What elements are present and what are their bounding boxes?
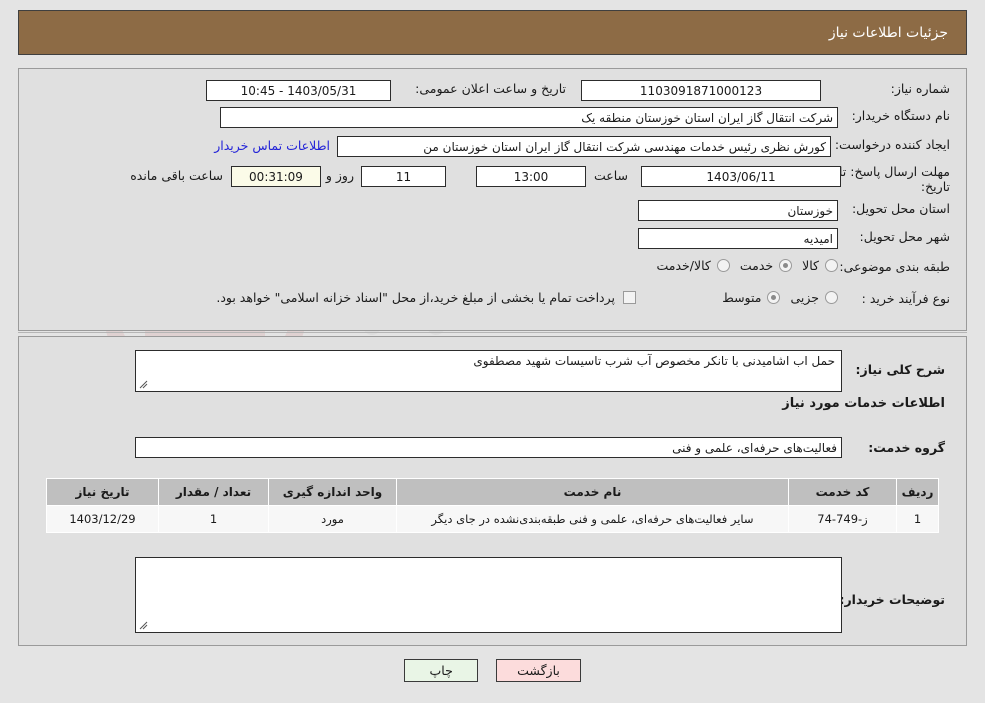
category-options: کالا خدمت کالا/خدمت xyxy=(646,258,838,273)
province-row: استان محل تحویل: xyxy=(852,201,950,216)
radio-category-1-label: خدمت xyxy=(739,258,774,273)
deadline-label-block: مهلت ارسال پاسخ: تا تاریخ: xyxy=(839,164,950,194)
col-quantity: تعداد / مقدار xyxy=(158,478,269,506)
radio-process-0-label: جزیی xyxy=(790,290,819,305)
cell-service-name: سایر فعالیت‌های حرفه‌ای، علمی و فنی طبقه… xyxy=(396,505,789,533)
announce-label: تاریخ و ساعت اعلان عمومی: xyxy=(415,81,566,96)
announce-row: تاریخ و ساعت اعلان عمومی: xyxy=(415,81,566,96)
col-need-date: تاریخ نیاز xyxy=(46,478,159,506)
days-label: روز و xyxy=(325,168,354,183)
deadline-date-field[interactable]: 1403/06/11 xyxy=(641,166,841,187)
radio-category-1[interactable] xyxy=(779,259,793,272)
description-textarea[interactable]: حمل اب اشامیدنی با تانکر مخصوص آب شرب تا… xyxy=(135,350,842,392)
need-number-label: شماره نیاز: xyxy=(890,81,950,96)
cell-service-code: ز-749-74 xyxy=(788,505,897,533)
page-title: جزئیات اطلاعات نیاز xyxy=(828,24,948,41)
radio-category-0[interactable] xyxy=(825,259,838,272)
category-row: طبقه بندی موضوعی: xyxy=(839,259,950,274)
process-label: نوع فرآیند خرید : xyxy=(861,291,950,306)
process-options: جزیی متوسط xyxy=(712,290,838,305)
radio-process-1[interactable] xyxy=(767,291,781,304)
col-service-name: نام خدمت xyxy=(396,478,789,506)
hour-field[interactable]: 13:00 xyxy=(476,166,586,187)
page-header: جزئیات اطلاعات نیاز xyxy=(18,10,967,55)
deadline-label-line1: مهلت ارسال پاسخ: تا xyxy=(839,164,950,179)
cell-unit: مورد xyxy=(268,505,397,533)
city-field[interactable]: امیدیه xyxy=(638,228,838,249)
cell-need-date: 1403/12/29 xyxy=(46,505,159,533)
need-number-field[interactable]: 1103091871000123 xyxy=(581,80,821,101)
col-row-no: ردیف xyxy=(896,478,939,506)
creator-field[interactable]: کورش نظری رئیس خدمات مهندسی شرکت انتقال … xyxy=(337,136,831,157)
print-button[interactable]: چاپ xyxy=(404,659,479,682)
city-row: شهر محل تحویل: xyxy=(860,229,950,244)
province-field[interactable]: خوزستان xyxy=(638,200,838,221)
countdown-label: ساعت باقی مانده xyxy=(130,168,223,183)
col-unit: واحد اندازه گیری xyxy=(268,478,397,506)
cell-quantity: 1 xyxy=(158,505,269,533)
service-group-label: گروه خدمت: xyxy=(868,440,945,455)
page-root: AriaTender.net جزئیات اطلاعات نیاز شماره… xyxy=(0,0,985,703)
province-label: استان محل تحویل: xyxy=(851,201,950,216)
creator-row: ایجاد کننده درخواست: xyxy=(835,137,950,152)
announce-date-field[interactable]: 1403/05/31 - 10:45 xyxy=(206,80,391,101)
creator-label: ایجاد کننده درخواست: xyxy=(834,137,950,152)
table-row: 1 ز-749-74 سایر فعالیت‌های حرفه‌ای، علمی… xyxy=(46,505,939,533)
radio-category-2[interactable] xyxy=(716,259,730,272)
resize-grip-icon-notes[interactable] xyxy=(139,621,148,630)
hour-label: ساعت xyxy=(593,168,628,183)
need-info-panel: شماره نیاز: 1103091871000123 تاریخ و ساع… xyxy=(18,68,967,331)
treasury-checkbox-label: پرداخت تمام یا بخشی از مبلغ خرید،از محل … xyxy=(216,290,615,305)
countdown-timer-field: 00:31:09 xyxy=(231,166,321,187)
radio-process-0[interactable] xyxy=(825,291,838,304)
services-heading: اطلاعات خدمات مورد نیاز xyxy=(782,396,945,411)
radio-process-1-label: متوسط xyxy=(722,290,762,305)
radio-category-0-label: کالا xyxy=(802,258,819,273)
need-number-row: شماره نیاز: xyxy=(891,81,950,96)
cell-row-no: 1 xyxy=(896,505,939,533)
treasury-checkbox[interactable] xyxy=(623,291,636,304)
deadline-label-line2: تاریخ: xyxy=(920,179,950,194)
days-remaining-field[interactable]: 11 xyxy=(361,166,446,187)
city-label: شهر محل تحویل: xyxy=(859,229,950,244)
description-value: حمل اب اشامیدنی با تانکر مخصوص آب شرب تا… xyxy=(473,354,835,368)
process-row: نوع فرآیند خرید : xyxy=(862,291,950,306)
buyer-org-row: نام دستگاه خریدار: xyxy=(852,108,950,123)
buyer-notes-label: توضیحات خریدار: xyxy=(839,592,945,607)
action-buttons: بازگشت چاپ xyxy=(0,659,985,682)
buyer-contact-link[interactable]: اطلاعات تماس خریدار xyxy=(214,138,330,153)
back-button[interactable]: بازگشت xyxy=(496,659,581,682)
buyer-notes-textarea[interactable] xyxy=(135,557,842,633)
table-header-row: ردیف کد خدمت نام خدمت واحد اندازه گیری ت… xyxy=(46,478,939,506)
radio-category-2-label: کالا/خدمت xyxy=(656,258,711,273)
treasury-option: پرداخت تمام یا بخشی از مبلغ خرید،از محل … xyxy=(206,290,636,305)
category-label: طبقه بندی موضوعی: xyxy=(839,259,950,274)
service-group-field[interactable]: فعالیت‌های حرفه‌ای، علمی و فنی xyxy=(135,437,842,458)
services-table: ردیف کد خدمت نام خدمت واحد اندازه گیری ت… xyxy=(46,478,939,533)
buyer-org-label: نام دستگاه خریدار: xyxy=(851,108,950,123)
section-divider xyxy=(18,332,967,333)
col-service-code: کد خدمت xyxy=(788,478,897,506)
resize-grip-icon[interactable] xyxy=(139,380,148,389)
description-label: شرح کلی نیاز: xyxy=(855,362,945,377)
buyer-org-field[interactable]: شرکت انتقال گاز ایران استان خوزستان منطق… xyxy=(220,107,838,128)
